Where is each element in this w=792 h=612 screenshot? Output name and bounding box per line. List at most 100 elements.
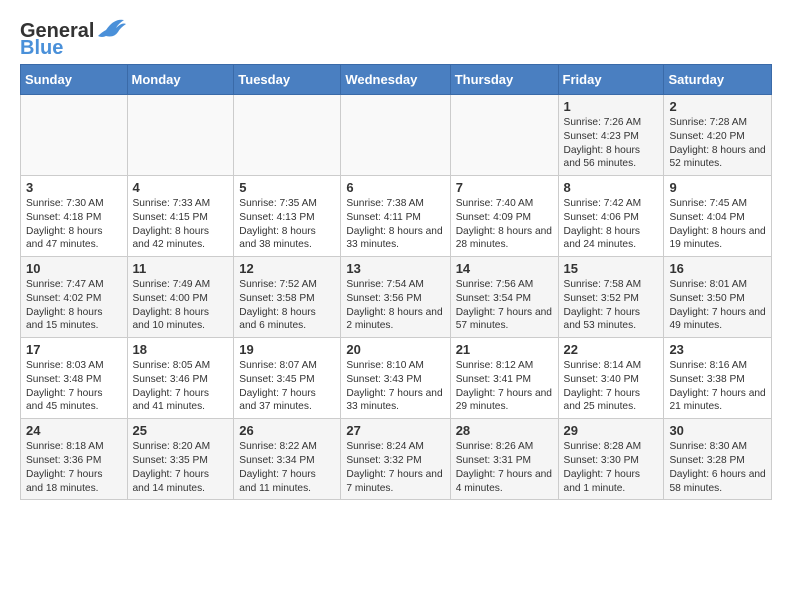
day-info: Sunrise: 7:35 AM Sunset: 4:13 PM Dayligh… xyxy=(239,197,335,252)
calendar-cell: 19Sunrise: 8:07 AM Sunset: 3:45 PM Dayli… xyxy=(234,338,341,419)
day-info: Sunrise: 7:42 AM Sunset: 4:06 PM Dayligh… xyxy=(564,197,659,252)
day-number: 14 xyxy=(456,261,553,276)
day-number: 30 xyxy=(669,423,766,438)
day-number: 15 xyxy=(564,261,659,276)
calendar-week-5: 24Sunrise: 8:18 AM Sunset: 3:36 PM Dayli… xyxy=(21,419,772,500)
calendar-cell: 17 Sunrise: 8:03 AM Sunset: 3:48 PM Dayli… xyxy=(21,338,128,419)
day-info: Sunrise: 7:54 AM Sunset: 3:56 PM Dayligh… xyxy=(346,278,444,333)
calendar-cell: 20 Sunrise: 8:10 AM Sunset: 3:43 PM Dayli… xyxy=(341,338,450,419)
calendar-cell: 10 Sunrise: 7:47 AM Sunset: 4:02 PM Dayli… xyxy=(21,257,128,338)
calendar-cell: 14 Sunrise: 7:56 AM Sunset: 3:54 PM Dayli… xyxy=(450,257,558,338)
calendar-cell: 30 Sunrise: 8:30 AM Sunset: 3:28 PM Dayli… xyxy=(664,419,772,500)
calendar-cell: 4 Sunrise: 7:33 AM Sunset: 4:15 PM Daylig… xyxy=(127,176,234,257)
day-number: 26 xyxy=(239,423,335,438)
day-number: 27 xyxy=(346,423,444,438)
calendar-cell: 16Sunrise: 8:01 AM Sunset: 3:50 PM Dayli… xyxy=(664,257,772,338)
day-number: 13 xyxy=(346,261,444,276)
calendar-cell: 8 Sunrise: 7:42 AM Sunset: 4:06 PM Daylig… xyxy=(558,176,664,257)
day-info: Sunrise: 7:58 AM Sunset: 3:52 PM Dayligh… xyxy=(564,278,659,333)
day-info: Sunrise: 7:52 AM Sunset: 3:58 PM Dayligh… xyxy=(239,278,335,333)
calendar-cell: 29Sunrise: 8:28 AM Sunset: 3:30 PM Dayli… xyxy=(558,419,664,500)
weekday-header-monday: Monday xyxy=(127,65,234,95)
day-info: Sunrise: 7:45 AM Sunset: 4:04 PM Dayligh… xyxy=(669,197,766,252)
calendar-cell: 27Sunrise: 8:24 AM Sunset: 3:32 PM Dayli… xyxy=(341,419,450,500)
day-number: 25 xyxy=(133,423,229,438)
weekday-header-thursday: Thursday xyxy=(450,65,558,95)
weekday-header-wednesday: Wednesday xyxy=(341,65,450,95)
calendar-cell: 18 Sunrise: 8:05 AM Sunset: 3:46 PM Dayli… xyxy=(127,338,234,419)
day-info: Sunrise: 8:03 AM Sunset: 3:48 PM Dayligh… xyxy=(26,359,122,414)
calendar-cell xyxy=(21,95,128,176)
logo-bird-icon xyxy=(96,16,126,42)
day-number: 11 xyxy=(133,261,229,276)
calendar-cell: 24Sunrise: 8:18 AM Sunset: 3:36 PM Dayli… xyxy=(21,419,128,500)
day-info: Sunrise: 7:56 AM Sunset: 3:54 PM Dayligh… xyxy=(456,278,553,333)
day-info: Sunrise: 7:26 AM Sunset: 4:23 PM Dayligh… xyxy=(564,116,659,171)
day-number: 6 xyxy=(346,180,444,195)
day-number: 8 xyxy=(564,180,659,195)
calendar-cell: 15 Sunrise: 7:58 AM Sunset: 3:52 PM Dayli… xyxy=(558,257,664,338)
day-number: 17 xyxy=(26,342,122,357)
day-number: 12 xyxy=(239,261,335,276)
day-number: 1 xyxy=(564,99,659,114)
day-info: Sunrise: 8:10 AM Sunset: 3:43 PM Dayligh… xyxy=(346,359,444,414)
day-number: 20 xyxy=(346,342,444,357)
day-info: Sunrise: 8:20 AM Sunset: 3:35 PM Dayligh… xyxy=(133,440,229,495)
day-info: Sunrise: 8:12 AM Sunset: 3:41 PM Dayligh… xyxy=(456,359,553,414)
calendar-cell xyxy=(341,95,450,176)
calendar-week-2: 3 Sunrise: 7:30 AM Sunset: 4:18 PM Daylig… xyxy=(21,176,772,257)
calendar-cell: 1 Sunrise: 7:26 AM Sunset: 4:23 PM Daylig… xyxy=(558,95,664,176)
day-number: 21 xyxy=(456,342,553,357)
calendar-week-4: 17 Sunrise: 8:03 AM Sunset: 3:48 PM Dayli… xyxy=(21,338,772,419)
page: General Blue SundayMondayTuesdayWednesda… xyxy=(0,0,792,612)
weekday-header-friday: Friday xyxy=(558,65,664,95)
calendar-cell: 28 Sunrise: 8:26 AM Sunset: 3:31 PM Dayli… xyxy=(450,419,558,500)
day-number: 18 xyxy=(133,342,229,357)
day-info: Sunrise: 7:28 AM Sunset: 4:20 PM Dayligh… xyxy=(669,116,766,171)
day-info: Sunrise: 8:30 AM Sunset: 3:28 PM Dayligh… xyxy=(669,440,766,495)
calendar-cell: 26 Sunrise: 8:22 AM Sunset: 3:34 PM Dayli… xyxy=(234,419,341,500)
calendar-cell: 13 Sunrise: 7:54 AM Sunset: 3:56 PM Dayli… xyxy=(341,257,450,338)
day-info: Sunrise: 7:33 AM Sunset: 4:15 PM Dayligh… xyxy=(133,197,229,252)
calendar-cell: 11 Sunrise: 7:49 AM Sunset: 4:00 PM Dayli… xyxy=(127,257,234,338)
calendar-cell: 22Sunrise: 8:14 AM Sunset: 3:40 PM Dayli… xyxy=(558,338,664,419)
day-info: Sunrise: 7:49 AM Sunset: 4:00 PM Dayligh… xyxy=(133,278,229,333)
calendar-cell: 2 Sunrise: 7:28 AM Sunset: 4:20 PM Daylig… xyxy=(664,95,772,176)
day-info: Sunrise: 7:47 AM Sunset: 4:02 PM Dayligh… xyxy=(26,278,122,333)
calendar-cell: 7Sunrise: 7:40 AM Sunset: 4:09 PM Daylig… xyxy=(450,176,558,257)
day-info: Sunrise: 8:22 AM Sunset: 3:34 PM Dayligh… xyxy=(239,440,335,495)
day-info: Sunrise: 8:05 AM Sunset: 3:46 PM Dayligh… xyxy=(133,359,229,414)
day-info: Sunrise: 8:07 AM Sunset: 3:45 PM Dayligh… xyxy=(239,359,335,414)
day-info: Sunrise: 7:40 AM Sunset: 4:09 PM Dayligh… xyxy=(456,197,553,252)
day-number: 23 xyxy=(669,342,766,357)
day-info: Sunrise: 7:38 AM Sunset: 4:11 PM Dayligh… xyxy=(346,197,444,252)
calendar-cell: 5 Sunrise: 7:35 AM Sunset: 4:13 PM Daylig… xyxy=(234,176,341,257)
day-number: 29 xyxy=(564,423,659,438)
calendar-cell xyxy=(234,95,341,176)
calendar-cell: 6 Sunrise: 7:38 AM Sunset: 4:11 PM Daylig… xyxy=(341,176,450,257)
calendar-cell: 25 Sunrise: 8:20 AM Sunset: 3:35 PM Dayli… xyxy=(127,419,234,500)
calendar-week-3: 10 Sunrise: 7:47 AM Sunset: 4:02 PM Dayli… xyxy=(21,257,772,338)
calendar-header-row: SundayMondayTuesdayWednesdayThursdayFrid… xyxy=(21,65,772,95)
logo: General Blue xyxy=(20,20,126,58)
calendar-cell: 12 Sunrise: 7:52 AM Sunset: 3:58 PM Dayli… xyxy=(234,257,341,338)
calendar-table: SundayMondayTuesdayWednesdayThursdayFrid… xyxy=(20,64,772,500)
calendar-week-1: 1 Sunrise: 7:26 AM Sunset: 4:23 PM Daylig… xyxy=(21,95,772,176)
day-info: Sunrise: 8:26 AM Sunset: 3:31 PM Dayligh… xyxy=(456,440,553,495)
calendar-cell: 23 Sunrise: 8:16 AM Sunset: 3:38 PM Dayli… xyxy=(664,338,772,419)
weekday-header-sunday: Sunday xyxy=(21,65,128,95)
day-number: 2 xyxy=(669,99,766,114)
day-number: 5 xyxy=(239,180,335,195)
calendar-cell xyxy=(127,95,234,176)
day-info: Sunrise: 8:18 AM Sunset: 3:36 PM Dayligh… xyxy=(26,440,122,495)
day-number: 22 xyxy=(564,342,659,357)
calendar-cell: 21 Sunrise: 8:12 AM Sunset: 3:41 PM Dayli… xyxy=(450,338,558,419)
day-number: 28 xyxy=(456,423,553,438)
day-number: 10 xyxy=(26,261,122,276)
day-number: 3 xyxy=(26,180,122,195)
day-info: Sunrise: 8:16 AM Sunset: 3:38 PM Dayligh… xyxy=(669,359,766,414)
day-number: 16 xyxy=(669,261,766,276)
day-info: Sunrise: 7:30 AM Sunset: 4:18 PM Dayligh… xyxy=(26,197,122,252)
calendar-cell: 3 Sunrise: 7:30 AM Sunset: 4:18 PM Daylig… xyxy=(21,176,128,257)
day-number: 4 xyxy=(133,180,229,195)
